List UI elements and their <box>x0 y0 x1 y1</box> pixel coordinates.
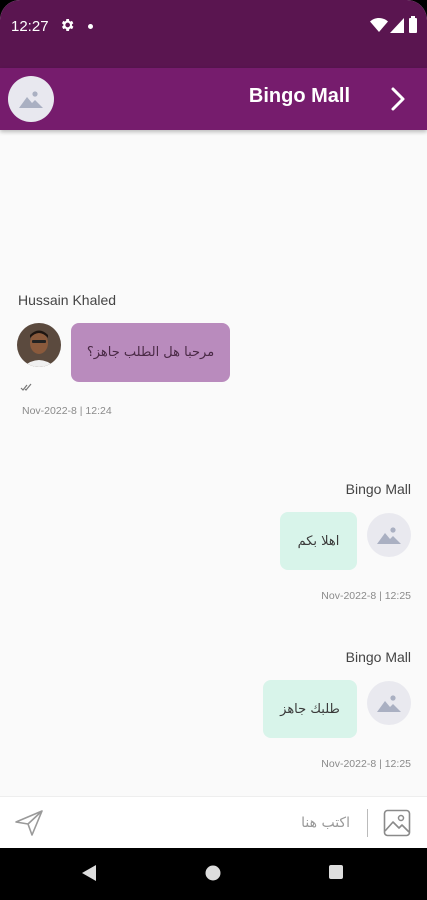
message-list[interactable]: Hussain Khaled مرحبا هل الطلب جاهز؟ Nov-… <box>0 130 427 796</box>
image-placeholder-icon <box>377 695 401 712</box>
chevron-right-icon[interactable] <box>387 86 409 112</box>
message-bubble[interactable]: مرحبا هل الطلب جاهز؟ <box>71 323 230 382</box>
message-sender: Bingo Mall <box>345 649 411 665</box>
message-sender: Bingo Mall <box>345 481 411 497</box>
send-icon[interactable] <box>14 809 44 837</box>
user-avatar[interactable] <box>17 323 61 367</box>
message-time: Nov-2022-8 | 12:25 <box>321 590 411 602</box>
wifi-icon <box>370 18 388 32</box>
back-icon[interactable] <box>81 864 97 882</box>
home-icon[interactable] <box>205 865 221 881</box>
app-bar: Bingo Mall <box>0 68 427 130</box>
image-icon[interactable] <box>383 809 411 837</box>
message-time: Nov-2022-8 | 12:25 <box>321 758 411 770</box>
store-avatar[interactable] <box>8 76 54 122</box>
message-time: Nov-2022-8 | 12:24 <box>22 405 112 417</box>
message-composer <box>0 796 427 848</box>
status-time: 12:27 <box>11 18 49 35</box>
battery-icon <box>409 16 417 33</box>
store-avatar[interactable] <box>367 513 411 557</box>
notification-dot-icon <box>88 24 93 29</box>
chat-title: Bingo Mall <box>248 85 350 107</box>
phone-screen: 12:27 Bingo Mall Hussain Khaled مرحبا هل… <box>0 0 427 900</box>
recents-icon[interactable] <box>329 865 343 879</box>
cell-signal-icon <box>390 18 404 33</box>
store-avatar[interactable] <box>367 681 411 725</box>
status-bar: 12:27 <box>0 0 427 68</box>
image-placeholder-icon <box>19 91 43 108</box>
image-placeholder-icon <box>377 527 401 544</box>
message-sender: Hussain Khaled <box>18 292 117 308</box>
system-nav-bar <box>0 848 427 900</box>
user-photo-icon <box>17 323 61 367</box>
message-bubble[interactable]: طلبك جاهز <box>263 680 357 738</box>
composer-divider <box>367 809 368 837</box>
double-check-icon <box>20 383 32 391</box>
settings-gear-icon <box>61 19 74 31</box>
message-input[interactable] <box>160 811 350 835</box>
message-bubble[interactable]: اهلا بكم <box>280 512 357 570</box>
